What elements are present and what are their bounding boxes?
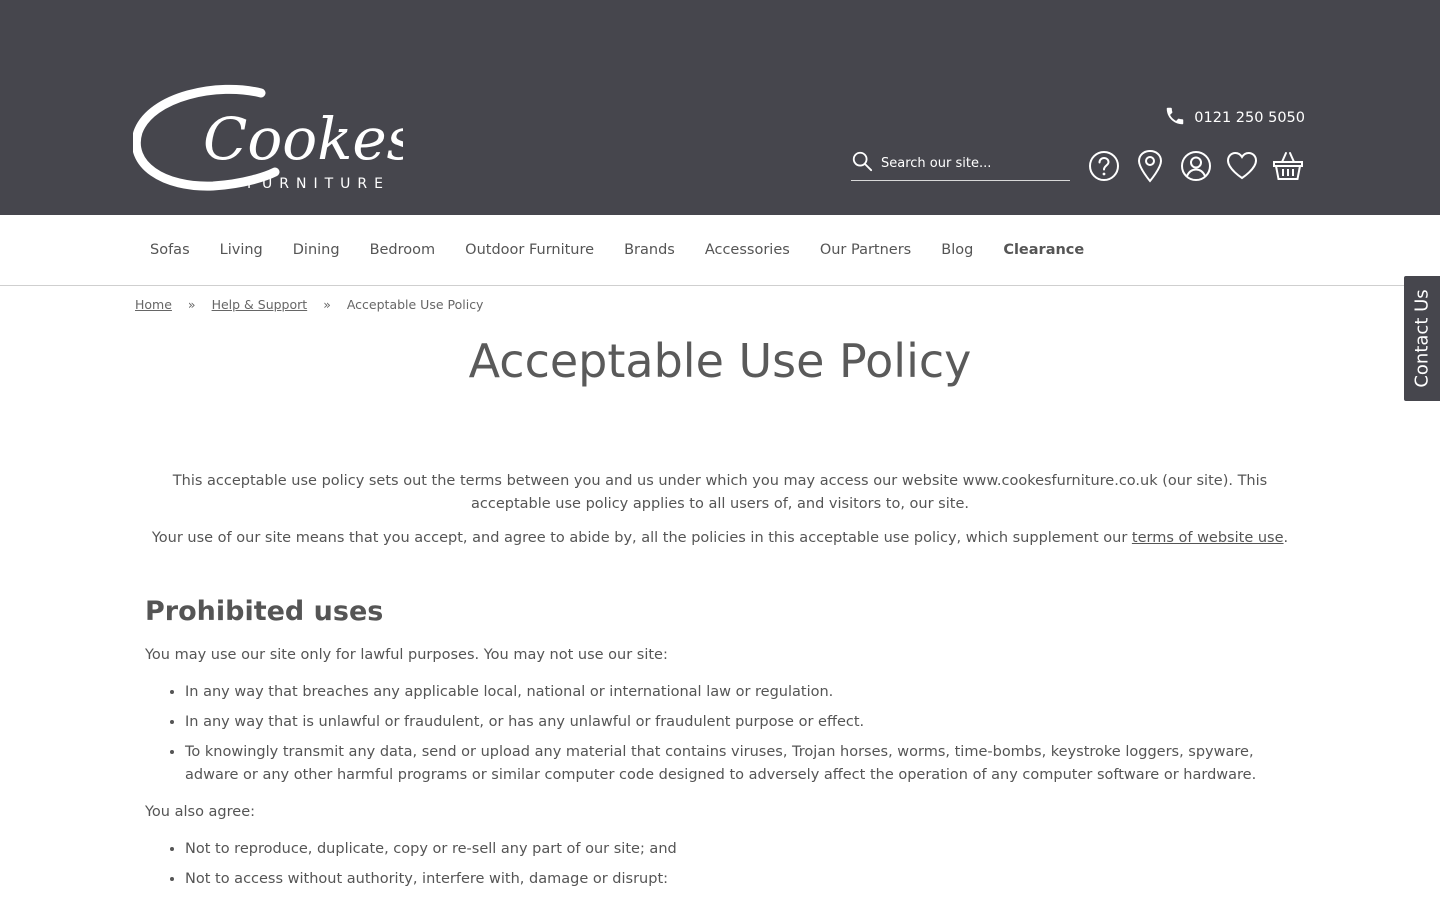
search-bar <box>851 146 1070 181</box>
nav-item-brands[interactable]: Brands <box>609 242 690 258</box>
breadcrumb-home[interactable]: Home <box>135 297 172 312</box>
wishlist-icon[interactable] <box>1226 148 1258 184</box>
prohibited-uses-list: In any way that breaches any applicable … <box>145 681 1295 787</box>
list-item: To knowingly transmit any data, send or … <box>185 741 1295 787</box>
nav-item-outdoor-furniture[interactable]: Outdoor Furniture <box>450 242 609 258</box>
also-agree-text: You also agree: <box>145 804 256 820</box>
intro-text: Your use of our site means that you acce… <box>151 530 1132 546</box>
logo-subtitle: FURNITURE <box>247 176 390 192</box>
breadcrumb-separator: » <box>187 297 196 312</box>
page-title: Acceptable Use Policy <box>468 334 972 388</box>
nav-item-dining[interactable]: Dining <box>278 242 355 258</box>
search-input[interactable] <box>881 155 1066 171</box>
phone-contact[interactable]: 0121 250 5050 <box>1164 106 1305 130</box>
nav-item-living[interactable]: Living <box>205 242 278 258</box>
intro-paragraph: This acceptable use policy sets out the … <box>172 473 1268 512</box>
nav-item-clearance[interactable]: Clearance <box>988 242 1099 258</box>
location-icon[interactable] <box>1134 148 1166 184</box>
breadcrumb-separator: » <box>323 297 331 312</box>
intro-paragraph-2: Your use of our site means that you acce… <box>145 527 1295 550</box>
nav-item-our-partners[interactable]: Our Partners <box>805 242 926 258</box>
list-item: Not to access without authority, interfe… <box>185 868 1295 891</box>
breadcrumb: Home » Help & Support » Acceptable Use P… <box>135 297 483 312</box>
policy-content: Prohibited uses You may use our site onl… <box>145 594 1295 905</box>
site-header: Cookes FURNITURE 0121 250 5050 <box>0 0 1440 215</box>
agreement-list: Not to reproduce, duplicate, copy or re-… <box>145 838 1295 891</box>
intro-section: This acceptable use policy sets out the … <box>145 470 1295 561</box>
cookes-logo[interactable]: Cookes FURNITURE <box>133 84 403 196</box>
logo-wordmark: Cookes <box>203 105 403 173</box>
help-icon[interactable] <box>1088 148 1120 184</box>
breadcrumb-help-support[interactable]: Help & Support <box>212 297 308 312</box>
list-item: Not to reproduce, duplicate, copy or re-… <box>185 838 1295 861</box>
list-item: In any way that is unlawful or fraudulen… <box>185 711 1295 734</box>
phone-icon <box>1164 105 1186 131</box>
header-icons <box>1088 148 1304 184</box>
section-intro: You may use our site only for lawful pur… <box>145 647 668 663</box>
phone-number: 0121 250 5050 <box>1194 110 1305 126</box>
nav-item-blog[interactable]: Blog <box>926 242 988 258</box>
intro-text-end: . <box>1283 530 1289 546</box>
list-item: In any way that breaches any applicable … <box>185 681 1295 704</box>
main-nav: Sofas Living Dining Bedroom Outdoor Furn… <box>0 215 1440 286</box>
nav-item-accessories[interactable]: Accessories <box>690 242 805 258</box>
terms-of-website-use-link[interactable]: terms of website use <box>1132 530 1284 546</box>
nav-item-sofas[interactable]: Sofas <box>135 242 205 258</box>
basket-icon[interactable] <box>1272 148 1304 184</box>
nav-item-bedroom[interactable]: Bedroom <box>355 242 451 258</box>
search-icon[interactable] <box>851 150 873 176</box>
account-icon[interactable] <box>1180 148 1212 184</box>
section-heading: Prohibited uses <box>145 596 384 627</box>
breadcrumb-current: Acceptable Use Policy <box>346 297 484 312</box>
